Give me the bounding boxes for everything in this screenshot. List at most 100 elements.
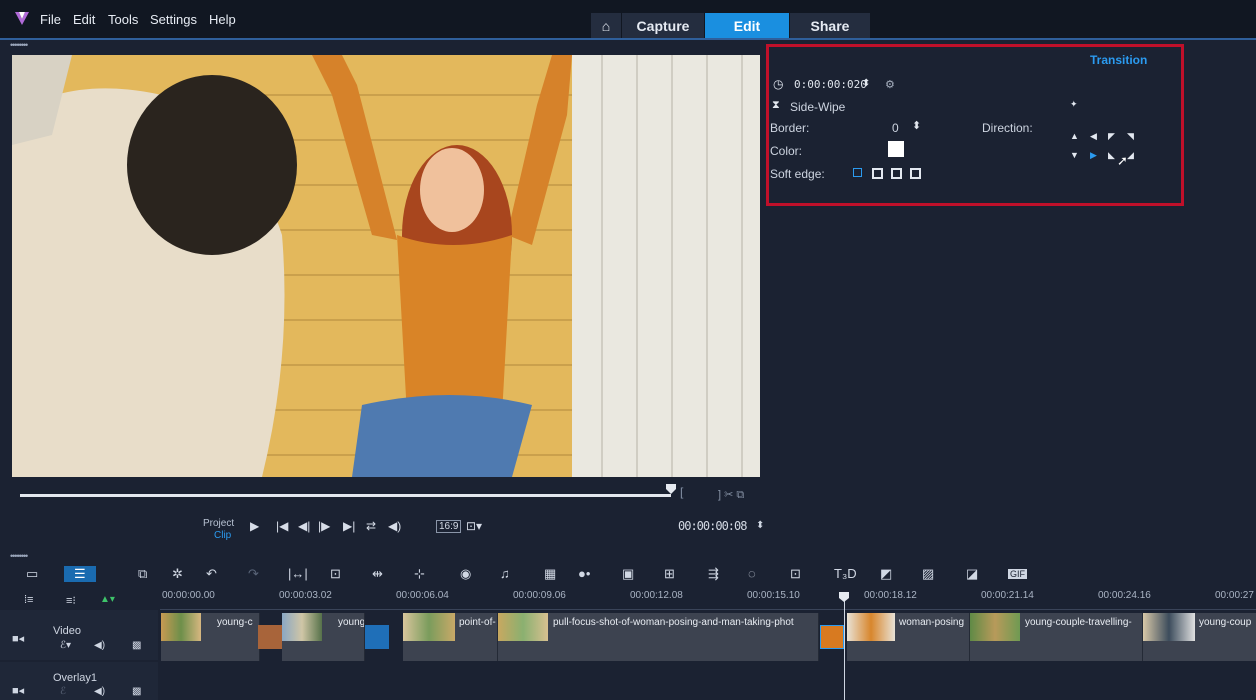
trim-marker-out-icon[interactable]: ] ✂ ⧉ bbox=[718, 488, 744, 502]
audio-icon[interactable]: ♫ bbox=[500, 566, 510, 581]
home-icon: ⌂ bbox=[601, 18, 611, 34]
clip-thumbnail bbox=[970, 613, 1020, 641]
ruler-tick: 00:00:27 bbox=[1215, 590, 1254, 601]
direction-up-right-icon[interactable]: ◥ bbox=[1127, 131, 1134, 142]
transition-tab-title[interactable]: Transition bbox=[1090, 53, 1147, 67]
multicam-icon[interactable]: ⊞ bbox=[664, 566, 675, 582]
split-screen-icon[interactable]: ▣ bbox=[622, 566, 634, 582]
title-3d-icon[interactable]: T₃D bbox=[834, 566, 857, 581]
border-stepper-icon[interactable]: ⬍ bbox=[912, 119, 921, 132]
menu-file[interactable]: File bbox=[40, 12, 61, 27]
home-skip-icon[interactable]: |◀ bbox=[276, 519, 288, 533]
trim-marker-in-icon[interactable]: [ bbox=[680, 485, 683, 499]
clip[interactable]: woman-posing bbox=[847, 613, 970, 661]
aspect-ratio-button[interactable]: 16:9 bbox=[436, 520, 462, 533]
link-icon[interactable]: ℰ▾ bbox=[60, 640, 71, 651]
play-icon[interactable]: ▶ bbox=[250, 519, 259, 533]
enable-icon[interactable]: ▩ bbox=[132, 640, 141, 651]
apply-all-icon[interactable]: ⚙ bbox=[885, 78, 895, 91]
ripple-icon[interactable]: ⇹ bbox=[372, 566, 383, 582]
clip[interactable]: young bbox=[282, 613, 365, 661]
tool-copy-icon[interactable]: ⧉ bbox=[138, 566, 147, 582]
clip[interactable]: pull-focus-shot-of-woman-posing-and-man-… bbox=[498, 613, 819, 661]
scrub-bar[interactable] bbox=[20, 494, 671, 497]
enable-icon[interactable]: ▩ bbox=[132, 686, 141, 697]
selected-transition-clip[interactable] bbox=[820, 625, 844, 649]
fit-project-icon[interactable]: |↔| bbox=[288, 566, 308, 581]
tab-capture[interactable]: Capture bbox=[622, 13, 704, 39]
next-frame-icon[interactable]: |▶ bbox=[318, 519, 330, 533]
timecode-display[interactable]: 00:00:00:08 bbox=[678, 519, 747, 533]
overlay-track-name: Overlay1 bbox=[53, 672, 98, 684]
display-mode-icon[interactable]: ⊡▾ bbox=[466, 519, 482, 533]
timeline-view-icon[interactable]: ☰ bbox=[64, 566, 96, 582]
direction-down-right-icon[interactable]: ◢ bbox=[1127, 150, 1134, 161]
insert-icon[interactable]: ⊹ bbox=[414, 566, 425, 582]
mask-icon[interactable]: ◌ bbox=[748, 566, 756, 581]
scrub-handle-icon[interactable] bbox=[666, 484, 676, 494]
repeat-icon[interactable]: ⇄ bbox=[366, 519, 376, 533]
ruler-tick: 00:00:18.12 bbox=[864, 590, 917, 601]
menu-settings[interactable]: Settings bbox=[150, 12, 197, 27]
panel-grip-icon[interactable]: •••••••• bbox=[10, 40, 28, 50]
volume-icon[interactable]: ◀) bbox=[388, 519, 401, 533]
soft-edge-none-option[interactable] bbox=[853, 168, 862, 177]
menu-edit[interactable]: Edit bbox=[73, 12, 95, 27]
speed-icon[interactable]: ⇶ bbox=[708, 566, 719, 582]
track-motion-icon[interactable]: ⊡ bbox=[790, 566, 801, 582]
prev-frame-icon[interactable]: ◀| bbox=[298, 519, 310, 533]
duration-field[interactable]: 0:00:00:020 bbox=[794, 78, 867, 91]
preview-window[interactable] bbox=[12, 55, 760, 477]
transition-clip[interactable] bbox=[258, 625, 282, 649]
direction-up-icon[interactable]: ▲ bbox=[1070, 131, 1079, 141]
mouse-cursor-icon: ➚ bbox=[1117, 153, 1128, 168]
mute-icon[interactable]: ◀) bbox=[94, 640, 105, 651]
redo-icon[interactable]: ↷ bbox=[248, 566, 259, 582]
clip[interactable]: young-couple-travelling- bbox=[970, 613, 1143, 661]
border-value-field[interactable]: 0 bbox=[892, 121, 899, 135]
soft-edge-weak-option[interactable] bbox=[872, 168, 883, 179]
mute-icon[interactable]: ◀) bbox=[94, 686, 105, 697]
color-icon[interactable]: ◉ bbox=[460, 566, 471, 582]
video-track-header[interactable]: ■◂ Video ℰ▾ ◀) ▩ bbox=[0, 610, 158, 660]
overlay-icon[interactable]: ◪ bbox=[966, 566, 978, 582]
gif-icon[interactable]: GIF bbox=[1008, 569, 1027, 579]
overlay-track-header[interactable]: ■◂ Overlay1 ℰ ◀) ▩ bbox=[0, 662, 158, 700]
duration-stepper-icon[interactable]: ⬍ bbox=[862, 78, 870, 89]
color-swatch[interactable] bbox=[888, 141, 904, 157]
undo-icon[interactable]: ↶ bbox=[206, 566, 217, 582]
direction-right-icon[interactable]: ▶ bbox=[1090, 150, 1097, 161]
direction-left-icon[interactable]: ◀ bbox=[1090, 131, 1097, 142]
track-manager-icon[interactable]: ⁞≡ bbox=[24, 594, 33, 606]
image-icon[interactable]: ▨ bbox=[922, 566, 934, 582]
direction-down-left-icon[interactable]: ◣ bbox=[1108, 150, 1115, 161]
effect-icon[interactable]: ◩ bbox=[880, 566, 892, 582]
transition-clip[interactable] bbox=[365, 625, 389, 649]
clip[interactable]: young-coup bbox=[1143, 613, 1256, 661]
soft-edge-strong-option[interactable] bbox=[910, 168, 921, 179]
clip-mode-label[interactable]: Clip bbox=[214, 530, 231, 541]
motion-icon[interactable]: ●• bbox=[578, 566, 590, 581]
screen-icon[interactable]: ⊡ bbox=[330, 566, 341, 582]
tab-edit[interactable]: Edit bbox=[705, 13, 789, 39]
tool-magic-icon[interactable]: ✲ bbox=[172, 566, 183, 582]
tab-home[interactable]: ⌂ bbox=[591, 13, 621, 39]
mode-tab-underline bbox=[0, 38, 1256, 40]
project-mode-label[interactable]: Project bbox=[203, 518, 234, 529]
storyboard-view-icon[interactable]: ▭ bbox=[26, 566, 38, 582]
link-icon[interactable]: ℰ bbox=[60, 686, 66, 697]
direction-up-left-icon[interactable]: ◤ bbox=[1108, 131, 1115, 142]
playhead-handle-icon[interactable] bbox=[839, 592, 849, 602]
tab-share[interactable]: Share bbox=[790, 13, 870, 39]
soft-edge-medium-option[interactable] bbox=[891, 168, 902, 179]
menu-help[interactable]: Help bbox=[209, 12, 236, 27]
direction-down-icon[interactable]: ▼ bbox=[1070, 150, 1079, 160]
ripple-edit-icon[interactable]: ▲▾ bbox=[100, 594, 115, 605]
menu-tools[interactable]: Tools bbox=[108, 12, 138, 27]
end-skip-icon[interactable]: ▶| bbox=[343, 519, 355, 533]
clip[interactable]: young-c bbox=[161, 613, 260, 661]
clip[interactable]: point-of- bbox=[403, 613, 498, 661]
timeline-grip-icon[interactable]: •••••••• bbox=[10, 551, 28, 561]
subtitle-icon[interactable]: ▦ bbox=[544, 566, 556, 582]
chapter-icon[interactable]: ≡⁝ bbox=[66, 594, 76, 607]
